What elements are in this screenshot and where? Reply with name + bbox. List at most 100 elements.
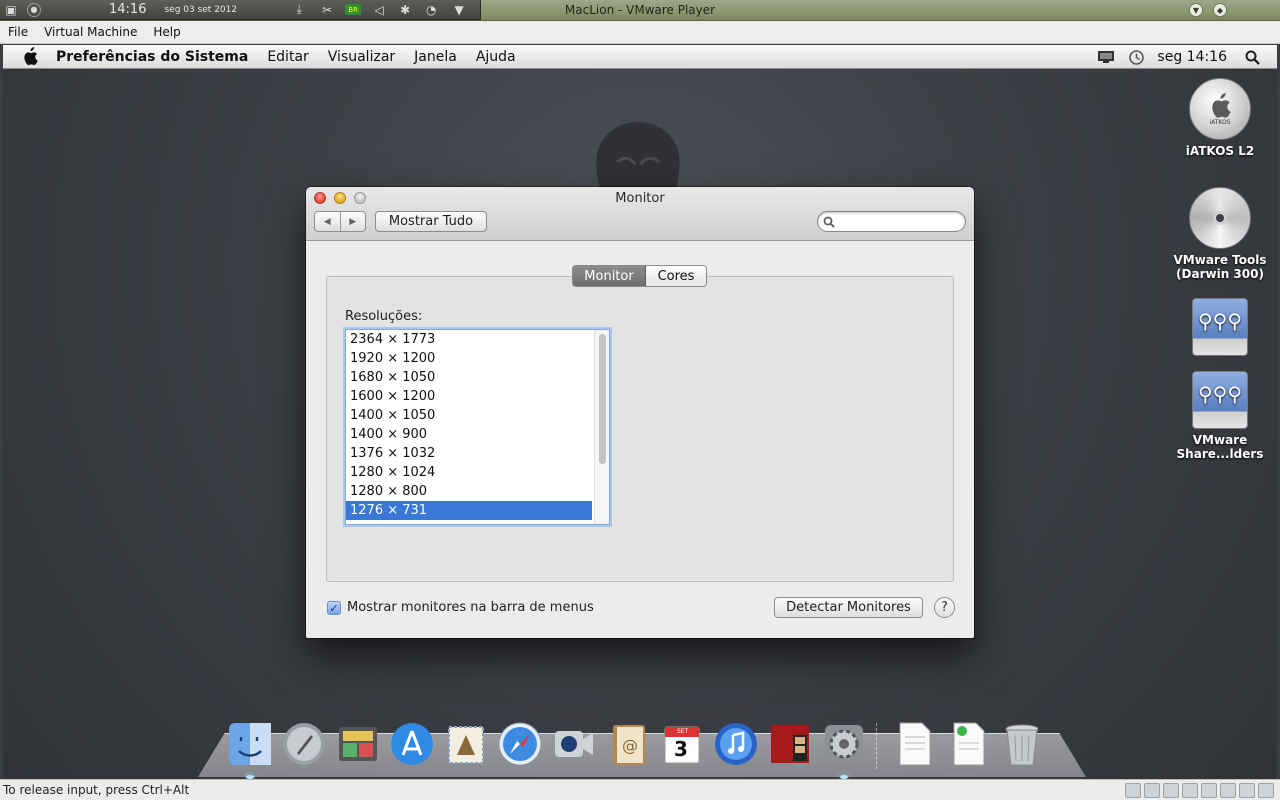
spotlight-icon[interactable] <box>1245 50 1260 65</box>
resolution-item[interactable]: 1400 × 900 <box>346 425 592 444</box>
download-icon[interactable]: ⤓ <box>291 2 307 18</box>
resolution-item[interactable]: 1600 × 1200 <box>346 387 592 406</box>
host-maximize-button[interactable]: ◆ <box>1213 3 1227 17</box>
list-scrollbar[interactable] <box>594 330 609 524</box>
back-forward-control: ◀ ▶ <box>314 211 366 232</box>
menu-file[interactable]: File <box>8 25 28 39</box>
resolution-item[interactable]: 1400 × 1050 <box>346 406 592 425</box>
network-device-icon[interactable] <box>1125 783 1141 798</box>
ical-month: SET <box>677 728 689 735</box>
show-monitors-checkbox[interactable]: ✓ <box>327 601 341 615</box>
resolutions-list[interactable]: 2364 × 1773 1920 × 1200 1680 × 1050 1600… <box>345 329 610 525</box>
search-field[interactable] <box>817 211 966 232</box>
shared-folder-drive-icon: ⚲⚲⚲ <box>1192 371 1248 429</box>
dock-separator <box>876 723 878 769</box>
host-minimize-button[interactable]: ▼ <box>1189 3 1203 17</box>
resolution-item[interactable]: 2364 × 1773 <box>346 330 592 349</box>
host-top-panel: ▣ ● 14:16 seg 03 set 2012 ⤓ ✂ BR ◁ ✱ ◔ ▼ <box>0 0 481 20</box>
mac-menubar: Preferências do Sistema Editar Visualiza… <box>3 45 1277 69</box>
system-preferences-icon[interactable] <box>820 719 868 779</box>
display-menu-icon[interactable] <box>1097 50 1115 64</box>
address-book-icon[interactable]: @ <box>604 719 652 769</box>
resolution-item[interactable]: 1376 × 1032 <box>346 444 592 463</box>
menu-visualizar[interactable]: Visualizar <box>328 49 395 65</box>
resolution-item[interactable]: 1280 × 1024 <box>346 463 592 482</box>
window-title: Monitor <box>615 191 665 206</box>
cd-device-icon[interactable] <box>1144 783 1160 798</box>
vmware-menubar: File Virtual Machine Help <box>0 21 1280 44</box>
desktop-icon-iatkos[interactable]: iATKOS iATKOS L2 <box>1172 78 1268 158</box>
desktop-icon-label-line1: VMware Tools <box>1173 253 1267 267</box>
wifi-icon[interactable]: ◔ <box>423 2 439 18</box>
detect-monitors-button[interactable]: Detectar Monitores <box>774 597 923 618</box>
scrollbar-thumb[interactable] <box>599 334 606 464</box>
photo-booth-icon[interactable] <box>766 719 814 769</box>
desktop-icon-label-line1: VMware <box>1192 433 1248 447</box>
panel-toggle-icon[interactable]: ● <box>27 2 41 17</box>
document-icon[interactable] <box>890 719 938 769</box>
app-store-icon[interactable] <box>388 719 436 769</box>
vmware-app-icon[interactable]: ▣ <box>3 2 19 18</box>
menu-editar[interactable]: Editar <box>267 49 308 65</box>
keyboard-layout-icon[interactable]: BR <box>345 4 362 15</box>
photo-browser-icon[interactable] <box>334 719 382 769</box>
resolution-item[interactable]: 1680 × 1050 <box>346 368 592 387</box>
search-icon <box>823 216 835 228</box>
finder-icon[interactable] <box>226 719 274 779</box>
bluetooth-icon[interactable]: ✱ <box>397 2 413 18</box>
ical-icon[interactable]: SET 3 <box>658 719 706 769</box>
resolutions-label: Resoluções: <box>345 309 423 324</box>
menu-ajuda[interactable]: Ajuda <box>476 49 516 65</box>
volume-icon[interactable]: ◁ <box>371 2 387 18</box>
resolution-item[interactable]: 1920 × 1200 <box>346 349 592 368</box>
tab-monitor[interactable]: Monitor <box>573 266 646 286</box>
tab-bar: Monitor Cores <box>572 265 707 287</box>
sound-device-icon[interactable] <box>1201 783 1217 798</box>
monitor-preferences-window: Monitor ◀ ▶ Mostrar Tudo Monitor Cores R… <box>306 187 974 638</box>
time-machine-icon[interactable] <box>1128 49 1145 66</box>
desktop-icon-label-line2: (Darwin 300) <box>1176 267 1264 281</box>
forward-arrow-icon[interactable]: ▶ <box>341 212 366 231</box>
trash-icon[interactable] <box>998 719 1046 769</box>
panel-menu-arrow-icon[interactable]: ▼ <box>451 2 467 18</box>
back-arrow-icon[interactable]: ◀ <box>315 212 341 231</box>
host-titlebar: ▣ ● 14:16 seg 03 set 2012 ⤓ ✂ BR ◁ ✱ ◔ ▼… <box>0 0 1280 21</box>
window-toolbar: Monitor ◀ ▶ Mostrar Tudo <box>306 187 974 241</box>
desktop-icon-vmware-tools[interactable]: VMware Tools (Darwin 300) <box>1172 187 1268 281</box>
desktop-icon-label-line2: Share...lders <box>1176 447 1264 461</box>
printer-device-icon[interactable] <box>1220 783 1236 798</box>
hard-disk-device-icon[interactable] <box>1239 783 1255 798</box>
menu-janela[interactable]: Janela <box>414 49 457 65</box>
show-monitors-label: Mostrar monitores na barra de menus <box>347 600 594 615</box>
desktop-icon-vmware-shared-folders[interactable]: ⚲⚲⚲ VMware Share...lders <box>1172 371 1268 461</box>
floppy-device-icon[interactable] <box>1163 783 1179 798</box>
menu-help[interactable]: Help <box>153 25 180 39</box>
apple-menu-icon[interactable] <box>20 47 40 67</box>
device-status-icons <box>1122 783 1274 798</box>
resolution-item[interactable]: 1280 × 800 <box>346 482 592 501</box>
cd-disc-icon <box>1189 187 1251 249</box>
desktop-icon-shared-drive[interactable]: ⚲⚲⚲ <box>1172 298 1268 360</box>
menubar-clock[interactable]: seg 14:16 <box>1157 49 1227 65</box>
launchpad-icon[interactable] <box>280 719 328 769</box>
show-all-button[interactable]: Mostrar Tudo <box>375 211 487 232</box>
safari-icon[interactable] <box>496 719 544 769</box>
downloads-stack-icon[interactable] <box>944 719 992 769</box>
usb-device-icon[interactable] <box>1182 783 1198 798</box>
desktop-icon-label: iATKOS L2 <box>1185 144 1255 158</box>
resolution-item-selected[interactable]: 1276 × 731 <box>346 501 592 520</box>
host-date: seg 03 set 2012 <box>164 4 238 15</box>
tab-cores[interactable]: Cores <box>646 266 706 286</box>
mail-icon[interactable] <box>442 719 490 769</box>
menu-app-name[interactable]: Preferências do Sistema <box>56 49 248 65</box>
ical-day: 3 <box>674 737 688 761</box>
cut-icon[interactable]: ✂ <box>319 2 335 18</box>
facetime-icon[interactable] <box>550 719 598 769</box>
message-log-icon[interactable] <box>1258 783 1274 798</box>
help-button[interactable]: ? <box>934 597 955 618</box>
installer-disc-icon: iATKOS <box>1189 78 1251 140</box>
search-input[interactable] <box>839 214 959 229</box>
itunes-icon[interactable] <box>712 719 760 769</box>
host-clock: 14:16 <box>109 2 147 17</box>
menu-virtual-machine[interactable]: Virtual Machine <box>44 25 137 39</box>
